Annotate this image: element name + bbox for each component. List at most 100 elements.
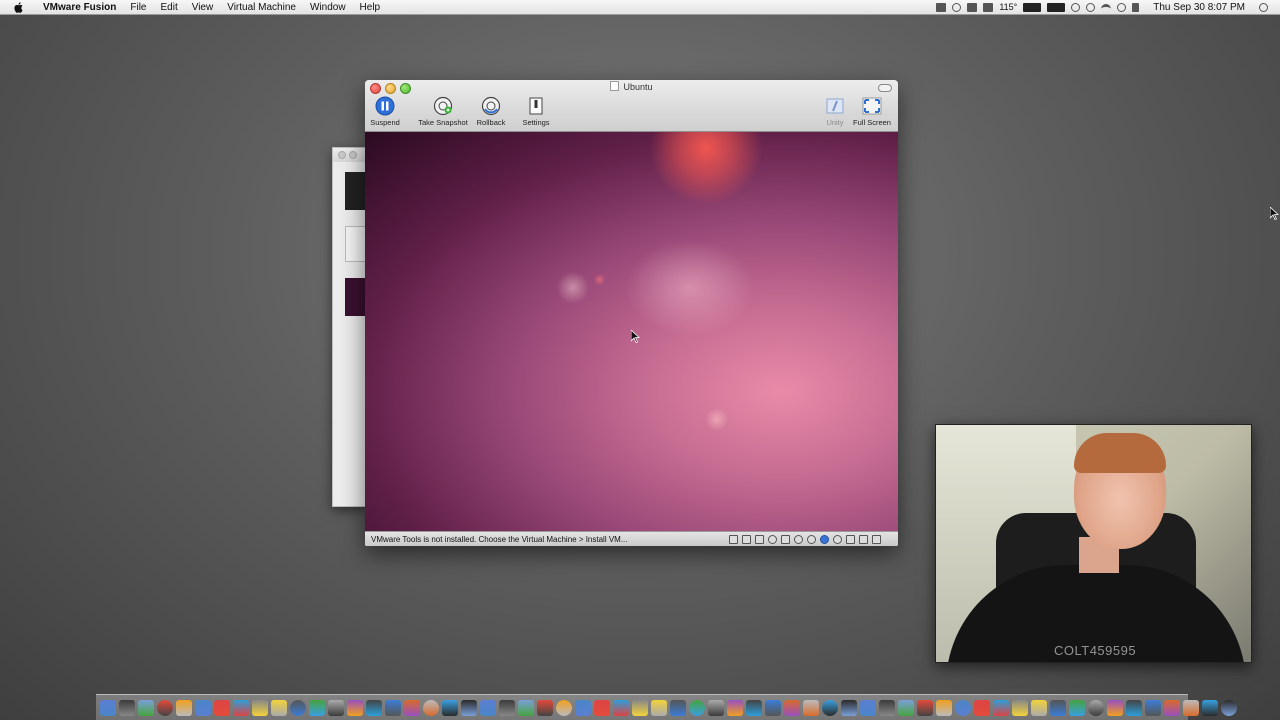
dock-app-icon[interactable] [632,699,648,716]
dock-app-icon[interactable] [442,699,458,716]
printer-icon[interactable] [781,534,790,544]
dock-app-icon[interactable] [385,699,401,716]
battery-icon-2[interactable] [1047,2,1066,12]
settings-button[interactable]: Settings [510,96,562,127]
dock-app-icon[interactable] [461,699,477,716]
dock-app-icon[interactable] [613,699,629,716]
dock-app-icon[interactable] [1031,699,1047,716]
dock-app-icon[interactable] [347,699,363,716]
bluetooth-device-icon[interactable] [872,534,881,544]
volume-icon[interactable] [1132,2,1140,12]
dock-app-icon[interactable] [879,699,895,716]
apple-icon[interactable] [12,1,26,13]
dock-app-icon[interactable] [195,699,211,716]
dock-app-icon[interactable] [1221,699,1237,716]
camera-icon[interactable] [936,2,947,12]
vm-window-titlebar[interactable]: Ubuntu Suspend Take Snapshot Rollback Se… [365,80,898,132]
dock-app-icon[interactable] [328,699,344,716]
vm-library-thumbnail-2[interactable] [345,226,367,262]
wifi-icon[interactable] [1101,3,1112,11]
dock-app-icon[interactable] [803,699,819,716]
dock-app-icon[interactable] [1183,699,1199,716]
dock-app-icon[interactable] [233,699,249,716]
menu-help[interactable]: Help [353,2,388,13]
floppy-icon[interactable] [755,534,764,544]
dock-app-icon[interactable] [252,699,268,716]
bg-close-button[interactable] [338,151,346,159]
dock-app-icon[interactable] [746,699,762,716]
ubuntu-guest-desktop[interactable] [365,132,898,531]
headphones-icon[interactable] [768,534,777,544]
display-icon[interactable] [967,2,978,12]
dock-app-icon[interactable] [936,699,952,716]
menu-file[interactable]: File [123,2,153,13]
dock-app-icon[interactable] [651,699,667,716]
cd-dvd-icon[interactable] [742,534,751,544]
menubar-clock[interactable]: Thu Sep 30 8:07 PM [1153,2,1245,13]
dock-app-icon[interactable] [176,699,192,716]
dock-app-icon[interactable] [727,699,743,716]
dock-app-icon[interactable] [1202,699,1218,716]
network-icon[interactable] [820,534,829,544]
battery-icon[interactable] [1023,2,1042,12]
toolbar-toggle-button[interactable] [878,84,892,92]
dock-app-icon[interactable] [822,699,838,716]
hard-disk-icon[interactable] [729,534,738,544]
dock-app-icon[interactable] [708,699,724,716]
dock-app-icon[interactable] [594,699,610,716]
dock-app-icon[interactable] [1050,699,1066,716]
clock-icon[interactable] [1117,2,1127,12]
dock-app-icon[interactable] [1126,699,1142,716]
bluetooth-icon[interactable] [1086,2,1096,12]
dock-app-icon[interactable] [1088,699,1104,716]
dock-app-icon[interactable] [917,699,933,716]
camera-device-icon[interactable] [807,534,816,544]
dock-app-icon[interactable] [689,699,705,716]
cloud-icon[interactable] [952,2,962,12]
background-window-titlebar[interactable] [333,148,367,162]
menu-app-name[interactable]: VMware Fusion [36,2,123,13]
shared-folder-icon[interactable] [846,534,855,544]
usb-icon[interactable] [794,534,803,544]
dock-app-icon[interactable] [556,699,572,716]
dock-app-icon[interactable] [214,699,230,716]
dock-app-icon[interactable] [309,699,325,716]
dock-app-icon[interactable] [1069,699,1085,716]
dock-app-icon[interactable] [480,699,496,716]
dock-app-icon[interactable] [1164,699,1180,716]
menu-view[interactable]: View [185,2,221,13]
dock-app-icon[interactable] [100,699,116,716]
suspend-button[interactable]: Suspend [365,96,411,127]
dock-app-icon[interactable] [993,699,1009,716]
temperature-readout[interactable]: 115° [999,2,1017,12]
dock-app-icon[interactable] [119,699,135,716]
menu-window[interactable]: Window [303,2,353,13]
full-screen-button[interactable]: Full Screen [846,96,898,127]
menu-virtual-machine[interactable]: Virtual Machine [220,2,303,13]
resize-grip-icon[interactable] [885,535,894,544]
time-machine-icon[interactable] [1071,2,1081,12]
background-window[interactable] [332,147,367,507]
dock-app-icon[interactable] [423,699,439,716]
monitor-icon[interactable] [983,2,994,12]
menu-edit[interactable]: Edit [153,2,184,13]
dock-app-icon[interactable] [860,699,876,716]
dock-app-icon[interactable] [518,699,534,716]
dock-app-icon[interactable] [138,699,154,716]
dock-app-icon[interactable] [537,699,553,716]
dock-app-icon[interactable] [955,699,971,716]
dock-app-icon[interactable] [670,699,686,716]
dock-app-icon[interactable] [366,699,382,716]
memory-icon[interactable] [859,534,868,544]
dock-app-icon[interactable] [974,699,990,716]
dock-app-icon[interactable] [575,699,591,716]
dock-app-icon[interactable] [1107,699,1123,716]
dock-app-icon[interactable] [499,699,515,716]
dock-app-icon[interactable] [271,699,287,716]
vm-library-thumbnail[interactable] [345,172,365,210]
dock-app-icon[interactable] [784,699,800,716]
dock-app-icon[interactable] [898,699,914,716]
dock-app-icon[interactable] [290,699,306,716]
dock-app-icon[interactable] [841,699,857,716]
vm-window[interactable]: Ubuntu Suspend Take Snapshot Rollback Se… [365,80,898,546]
